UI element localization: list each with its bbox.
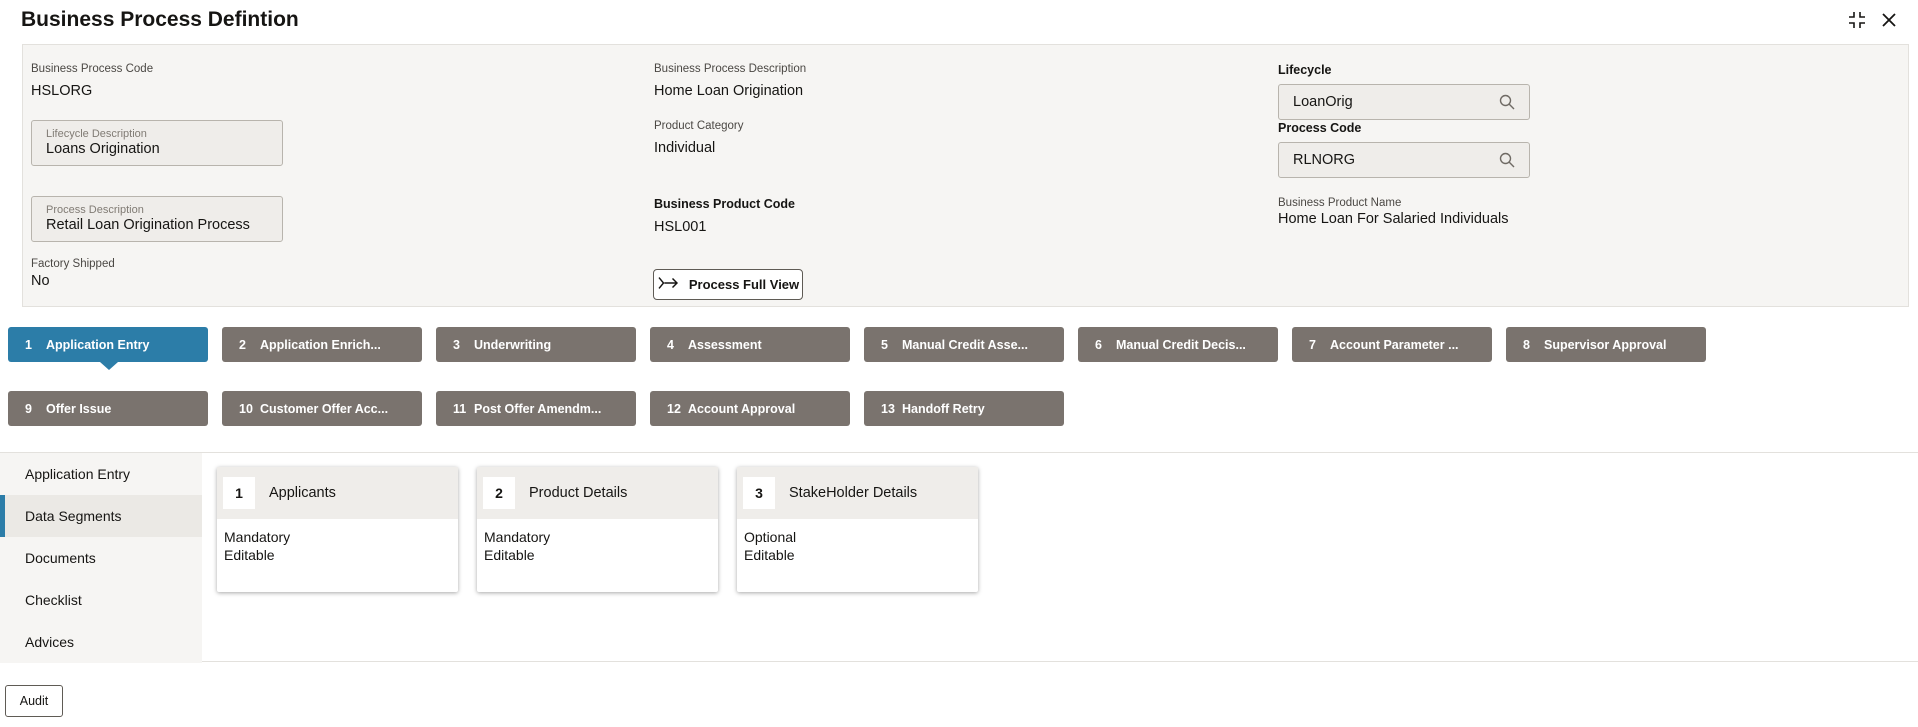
- card-title: StakeHolder Details: [789, 485, 918, 501]
- sidebar-item-checklist[interactable]: Checklist: [0, 579, 202, 621]
- process-description-value: Retail Loan Origination Process: [46, 217, 250, 233]
- sidebar-item-application-entry[interactable]: Application Entry: [0, 453, 202, 495]
- sidebar-item-data-segments[interactable]: Data Segments: [0, 495, 202, 537]
- product-category-label: Product Category: [654, 120, 744, 132]
- stage-tile-13[interactable]: 13 Handoff Retry: [864, 391, 1064, 426]
- title-bar: Business Process Defintion: [0, 0, 1918, 42]
- lifecycle-description-label: Lifecycle Description: [46, 128, 147, 140]
- page-title: Business Process Defintion: [21, 8, 299, 31]
- card-editability: Editable: [744, 547, 795, 563]
- data-segment-card-applicants[interactable]: 1 Applicants Mandatory Editable: [217, 467, 458, 592]
- lifecycle-description-field: Lifecycle Description Loans Origination: [31, 120, 283, 166]
- card-number: 3: [743, 477, 775, 509]
- business-process-description-label: Business Process Description: [654, 63, 807, 75]
- lifecycle-label: Lifecycle: [1278, 63, 1332, 77]
- card-body: Mandatory Editable: [217, 519, 458, 573]
- business-product-name-label: Business Product Name: [1278, 197, 1402, 209]
- stage-tile-2[interactable]: 2 Application Enrich...: [222, 327, 422, 362]
- card-title: Product Details: [529, 485, 628, 501]
- stage-sidebar: Application Entry Data Segments Document…: [0, 453, 202, 663]
- stage-tile-4[interactable]: 4 Assessment: [650, 327, 850, 362]
- card-header: 3 StakeHolder Details: [737, 467, 978, 519]
- stage-tile-8[interactable]: 8 Supervisor Approval: [1506, 327, 1706, 362]
- process-code-label-wrap: Process Code: [1278, 121, 1361, 135]
- business-process-description: Business Process Description Home Loan O…: [654, 63, 806, 99]
- process-code-input[interactable]: [1278, 142, 1530, 178]
- card-title: Applicants: [269, 485, 336, 501]
- search-icon[interactable]: [1499, 152, 1515, 168]
- process-code-text[interactable]: [1293, 152, 1473, 168]
- process-code-label: Process Code: [1278, 121, 1362, 135]
- product-category: Product Category Individual: [654, 120, 744, 156]
- card-editability: Editable: [224, 547, 275, 563]
- process-description-label: Process Description: [46, 204, 144, 216]
- lifecycle-label-wrap: Lifecycle: [1278, 63, 1332, 77]
- process-full-view-label: Process Full View: [688, 277, 800, 292]
- card-requirement: Mandatory: [224, 529, 291, 545]
- data-segment-card-stakeholder-details[interactable]: 3 StakeHolder Details Optional Editable: [737, 467, 978, 592]
- stage-detail-panel: Application Entry Data Segments Document…: [0, 452, 1918, 663]
- stage-tile-5[interactable]: 5 Manual Credit Asse...: [864, 327, 1064, 362]
- lifecycle-description-value: Loans Origination: [46, 141, 160, 157]
- business-process-code-value: HSLORG: [31, 83, 93, 99]
- business-process-code-label: Business Process Code: [31, 63, 154, 75]
- business-product-code-value: HSL001: [654, 219, 707, 235]
- stage-tile-9[interactable]: 9 Offer Issue: [8, 391, 208, 426]
- data-segment-card-product-details[interactable]: 2 Product Details Mandatory Editable: [477, 467, 718, 592]
- card-body: Optional Editable: [737, 519, 978, 573]
- stage-tile-11[interactable]: 11 Post Offer Amendm...: [436, 391, 636, 426]
- card-number: 1: [223, 477, 255, 509]
- business-product-code: Business Product Code HSL001: [654, 197, 795, 235]
- card-requirement: Mandatory: [484, 529, 551, 545]
- process-description-field: Process Description Retail Loan Originat…: [31, 196, 283, 242]
- header-panel: Business Process Code HSLORG Lifecycle D…: [22, 44, 1909, 307]
- factory-shipped: Factory Shipped No: [31, 258, 115, 289]
- sidebar-item-advices[interactable]: Advices: [0, 621, 202, 663]
- sidebar-item-documents[interactable]: Documents: [0, 537, 202, 579]
- business-product-name-value: Home Loan For Salaried Individuals: [1278, 211, 1509, 227]
- lifecycle-input[interactable]: [1278, 84, 1530, 120]
- card-number: 2: [483, 477, 515, 509]
- product-category-value: Individual: [654, 140, 716, 156]
- business-process-description-value: Home Loan Origination: [654, 83, 804, 99]
- card-header: 1 Applicants: [217, 467, 458, 519]
- stage-tile-10[interactable]: 10 Customer Offer Acc...: [222, 391, 422, 426]
- card-editability: Editable: [484, 547, 535, 563]
- business-product-name: Business Product Name Home Loan For Sala…: [1278, 197, 1509, 227]
- minimize-icon[interactable]: [1843, 6, 1871, 34]
- stage-tile-1[interactable]: 1 Application Entry: [8, 327, 208, 370]
- audit-button[interactable]: Audit: [5, 685, 63, 717]
- flow-arrow-icon: [657, 274, 679, 295]
- lifecycle-text[interactable]: [1293, 94, 1473, 110]
- stage-tile-12[interactable]: 12 Account Approval: [650, 391, 850, 426]
- process-full-view-button[interactable]: Process Full View: [653, 269, 803, 300]
- stage-tile-7[interactable]: 7 Account Parameter ...: [1292, 327, 1492, 362]
- stage-tile-3[interactable]: 3 Underwriting: [436, 327, 636, 362]
- card-header: 2 Product Details: [477, 467, 718, 519]
- close-icon[interactable]: [1875, 6, 1903, 34]
- card-requirement: Optional: [744, 529, 797, 545]
- stage-tile-6[interactable]: 6 Manual Credit Decis...: [1078, 327, 1278, 362]
- business-product-code-label: Business Product Code: [654, 197, 795, 211]
- card-body: Mandatory Editable: [477, 519, 718, 573]
- factory-shipped-value: No: [31, 273, 50, 289]
- factory-shipped-label: Factory Shipped: [31, 258, 115, 270]
- business-process-code: Business Process Code HSLORG: [31, 63, 153, 99]
- search-icon[interactable]: [1499, 94, 1515, 110]
